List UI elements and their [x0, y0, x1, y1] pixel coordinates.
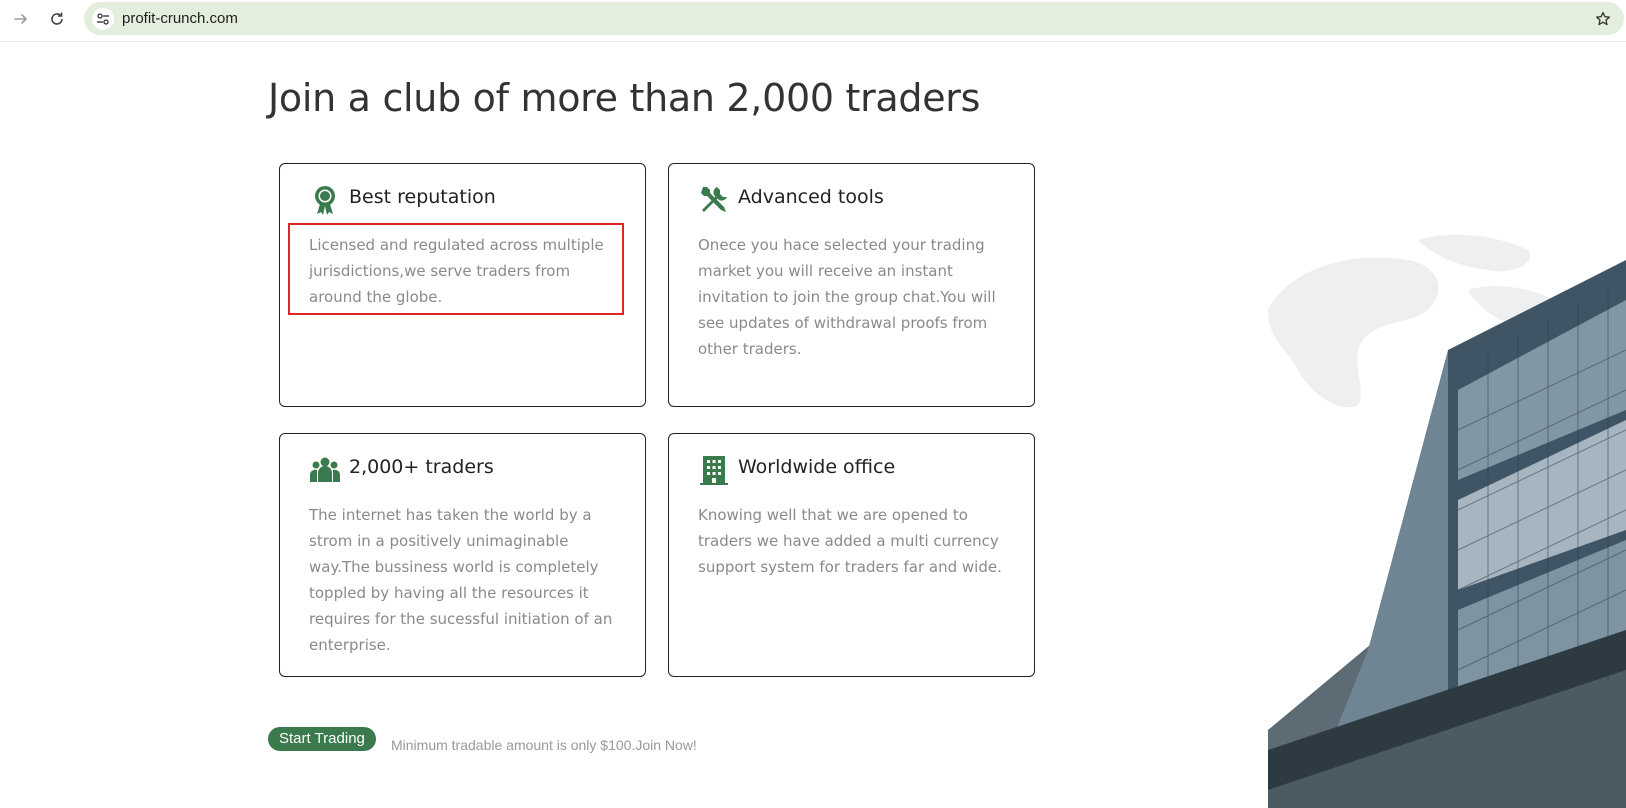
card-description: Licensed and regulated across multiple j…	[309, 236, 604, 306]
card-description: Knowing well that we are opened to trade…	[698, 506, 1002, 576]
arrow-right-icon	[14, 14, 27, 24]
feature-card-tools: Advanced tools Onece you hace selected y…	[668, 163, 1035, 407]
feature-card-traders: 2,000+ traders The internet has taken th…	[279, 433, 646, 677]
forward-button[interactable]	[8, 6, 34, 32]
card-description: The internet has taken the world by a st…	[309, 506, 613, 654]
card-title: Worldwide office	[738, 456, 896, 478]
building-icon	[700, 456, 728, 485]
reload-button[interactable]	[44, 6, 70, 32]
feature-card-reputation: Best reputation Licensed and regulated a…	[279, 163, 646, 407]
page-heading: Join a club of more than 2,000 traders	[268, 76, 981, 120]
address-bar[interactable]: profit-crunch.com	[84, 2, 1624, 35]
card-title: 2,000+ traders	[349, 456, 494, 478]
site-info-button[interactable]	[92, 8, 114, 30]
card-title: Best reputation	[349, 186, 496, 208]
browser-toolbar: profit-crunch.com	[0, 0, 1626, 42]
award-icon	[315, 186, 335, 215]
reload-icon	[51, 12, 63, 25]
card-title: Advanced tools	[738, 186, 884, 208]
tools-icon	[701, 187, 727, 212]
bookmark-button[interactable]	[1592, 8, 1614, 30]
building-illustration	[1268, 234, 1626, 808]
feature-card-office: Worldwide office Knowing well that we ar…	[668, 433, 1035, 677]
start-trading-button[interactable]: Start Trading	[268, 727, 376, 751]
minimum-amount-note: Minimum tradable amount is only $100.Joi…	[391, 737, 697, 753]
star-icon	[1595, 11, 1611, 26]
tune-icon	[97, 13, 109, 25]
users-icon	[310, 457, 340, 482]
url-text: profit-crunch.com	[122, 10, 238, 27]
card-description: Onece you hace selected your trading mar…	[698, 236, 996, 358]
